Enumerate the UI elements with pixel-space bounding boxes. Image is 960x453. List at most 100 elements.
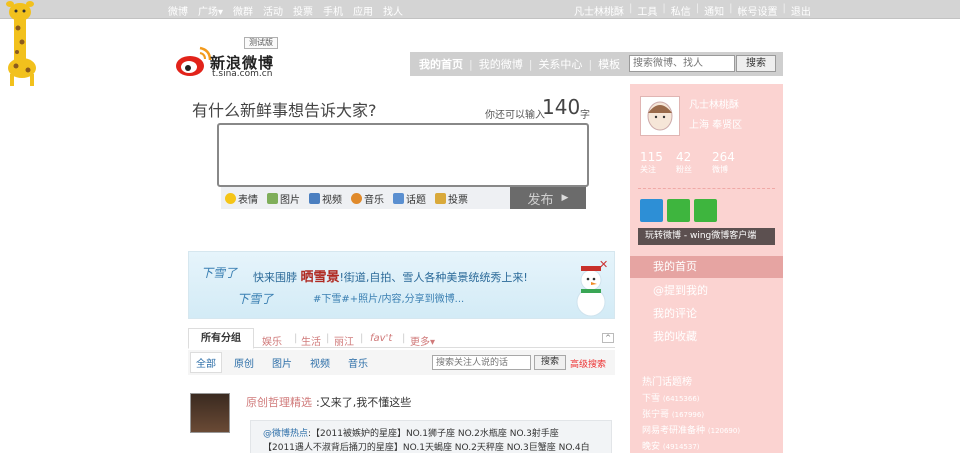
banner-headline-bold: 晒雪景	[300, 270, 340, 285]
banner-headline-prefix: 快来围脖	[253, 271, 297, 284]
hot-topic-item[interactable]: 张宁哥 (167996)	[642, 407, 704, 420]
3d-app-icon[interactable]	[694, 199, 717, 222]
top-user-menu: 凡士林桃酥 | 工具 | 私信 | 通知 | 帐号设置 | 退出	[574, 3, 811, 18]
post-label: 发布	[527, 192, 554, 208]
hot-topic-name: 网易考研准备种	[642, 426, 706, 436]
filter-videos[interactable]: 视频	[310, 355, 330, 370]
hot-topic-item[interactable]: 下雪 (6415366)	[642, 391, 700, 404]
close-icon[interactable]: ✕	[599, 258, 608, 271]
tool-label: 音乐	[364, 194, 384, 206]
hot-topic-count: (167996)	[671, 411, 705, 419]
nav-my-home[interactable]: 我的首页	[419, 56, 463, 72]
topic-button[interactable]: 话题	[393, 191, 426, 206]
stat-value: 115	[640, 150, 663, 164]
stat-label: 关注	[640, 165, 656, 174]
tool-label: 投票	[448, 194, 468, 206]
filter-all[interactable]: 全部	[190, 352, 222, 373]
hot-topic-item[interactable]: 晚安 (4914537)	[642, 439, 700, 452]
nav-templates[interactable]: 模板	[598, 56, 620, 72]
sidebar-item-home[interactable]: 我的首页	[630, 256, 783, 278]
tab-favt[interactable]: fav't	[370, 333, 392, 344]
topnav-weibo[interactable]: 微博	[168, 3, 188, 18]
user-face-icon	[647, 101, 673, 131]
topnav-find-people[interactable]: 找人	[383, 3, 403, 18]
tab-entertainment[interactable]: 娱乐	[262, 333, 282, 348]
quote-author-link[interactable]: @微博热点	[263, 429, 308, 439]
wing-client-link[interactable]: 玩转微博 - wing微博客户端	[638, 228, 775, 245]
topnav-notifications[interactable]: 通知	[704, 3, 724, 18]
topnav-account-settings[interactable]: 帐号设置	[738, 3, 778, 18]
vote-button[interactable]: 投票	[435, 191, 468, 206]
banner-snow-logo: 下雪了	[237, 292, 274, 306]
profile-name[interactable]: 凡士林桃酥	[689, 96, 739, 111]
avatar[interactable]	[190, 393, 230, 433]
feed-search-button[interactable]: 搜索	[534, 355, 566, 370]
sidebar-item-comments[interactable]: 我的评论	[653, 305, 697, 321]
stat-weibo[interactable]: 264 微博	[712, 150, 735, 175]
feed-text: :又来了,我不懂这些	[316, 396, 412, 409]
feed-filter-bar: 全部 原创 图片 视频 音乐 搜索 高级搜索	[188, 350, 615, 375]
smiley-icon	[225, 192, 236, 204]
separator: |	[662, 3, 666, 14]
stat-following[interactable]: 115 关注	[640, 150, 663, 175]
stat-fans[interactable]: 42 粉丝	[676, 150, 692, 175]
separator: |	[695, 3, 700, 14]
tab-all-groups[interactable]: 所有分组	[188, 328, 254, 349]
separator: |	[629, 3, 633, 14]
tab-more[interactable]: 更多▾	[410, 333, 435, 348]
topnav-vote[interactable]: 投票	[293, 3, 313, 18]
filter-images[interactable]: 图片	[272, 355, 292, 370]
banner-snow-logo: 下雪了	[201, 266, 238, 280]
stat-value: 264	[712, 150, 735, 164]
separator: |	[782, 3, 786, 14]
topnav-logout[interactable]: 退出	[791, 3, 811, 18]
hot-topic-item[interactable]: 网易考研准备种 (120690)	[642, 423, 740, 436]
top-bar: 微博 广场▾ 微群 活动 投票 手机 应用 找人 凡士林桃酥 | 工具 | 私信 | …	[0, 0, 960, 19]
emoticon-button[interactable]: 表情	[225, 191, 258, 206]
music-icon	[351, 192, 362, 204]
hot-topic-count: (120690)	[707, 427, 741, 435]
collapse-button[interactable]: ^	[602, 333, 614, 343]
music-button[interactable]: 音乐	[351, 191, 384, 206]
advanced-search-link[interactable]: 高级搜索	[570, 357, 606, 370]
banner-headline-rest: !街道,自拍、雪人各种美景统统秀上来!	[339, 271, 528, 284]
filter-original[interactable]: 原创	[234, 355, 254, 370]
vote-icon	[435, 192, 446, 204]
book-app-icon[interactable]	[667, 199, 690, 222]
tab-life[interactable]: 生活	[301, 333, 321, 348]
tab-lijiang[interactable]: 丽江	[334, 333, 354, 348]
feed-search-input[interactable]	[432, 355, 531, 370]
topnav-groups[interactable]: 微群	[233, 3, 253, 18]
video-icon	[309, 192, 320, 204]
arrow-right-icon: ▶	[561, 193, 569, 203]
compose-textarea[interactable]	[217, 123, 589, 187]
banner-headline: 快来围脖 晒雪景!街道,自拍、雪人各种美景统统秀上来!	[253, 266, 528, 285]
filter-music[interactable]: 音乐	[348, 355, 368, 370]
topnav-apps[interactable]: 应用	[353, 3, 373, 18]
post-button[interactable]: 发布 ▶	[510, 187, 586, 209]
nav-my-weibo[interactable]: 我的微博	[479, 56, 523, 72]
snow-campaign-banner[interactable]: 下雪了 下雪了 快来围脖 晒雪景!街道,自拍、雪人各种美景统统秀上来! #下雪#…	[188, 251, 615, 319]
beta-badge: 测试版	[244, 37, 278, 49]
char-count-label: 你还可以输入	[485, 110, 545, 121]
topnav-messages[interactable]: 私信	[671, 3, 691, 18]
feed-quoted-post: @微博热点:【2011被嫉妒的星座】NO.1狮子座 NO.2水瓶座 NO.3射手…	[250, 420, 612, 453]
avatar[interactable]	[640, 96, 680, 136]
topnav-username[interactable]: 凡士林桃酥	[574, 3, 624, 18]
video-button[interactable]: 视频	[309, 191, 342, 206]
desktop-app-icon[interactable]	[640, 199, 663, 222]
nav-relations[interactable]: 关系中心	[538, 56, 582, 72]
search-input[interactable]	[629, 55, 735, 72]
hot-topic-count: (4914537)	[662, 443, 700, 451]
topnav-square[interactable]: 广场▾	[198, 3, 223, 18]
topnav-events[interactable]: 活动	[263, 3, 283, 18]
image-button[interactable]: 图片	[267, 191, 300, 206]
search-button[interactable]: 搜索	[736, 55, 776, 72]
sidebar-item-mentions[interactable]: @提到我的	[653, 282, 708, 298]
quote-text: :【2011被嫉妒的星座】NO.1狮子座 NO.2水瓶座 NO.3射手座	[308, 429, 559, 439]
topnav-tools[interactable]: 工具	[637, 3, 657, 18]
sidebar-item-favorites[interactable]: 我的收藏	[653, 328, 697, 344]
feed-author-link[interactable]: 原创哲理精选	[246, 394, 312, 410]
topnav-mobile[interactable]: 手机	[323, 3, 343, 18]
tool-label: 话题	[406, 194, 426, 206]
